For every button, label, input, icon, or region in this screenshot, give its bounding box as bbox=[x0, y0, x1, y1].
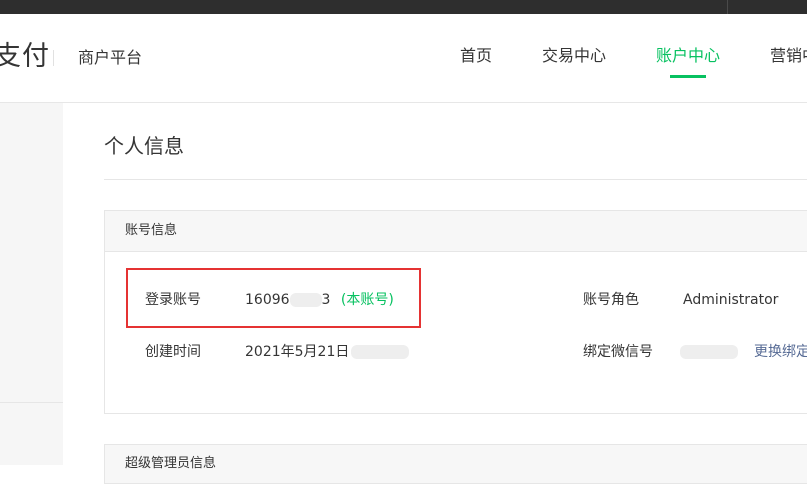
created-date: 2021年5月21日 bbox=[245, 344, 350, 360]
created-time-value: 2021年5月21日 bbox=[245, 343, 410, 361]
brand-divider bbox=[53, 50, 54, 66]
change-binding-link[interactable]: 更换绑定 bbox=[754, 344, 807, 360]
top-bar bbox=[0, 0, 807, 14]
header: 支付 商户平台 首页 交易中心 账户中心 营销中心 bbox=[0, 14, 807, 103]
brand-logo-text: 支付 bbox=[0, 41, 50, 72]
account-role-value: Administrator bbox=[683, 292, 779, 308]
top-bar-separator bbox=[727, 0, 728, 14]
bound-wechat-value: 更换绑定 bbox=[680, 343, 807, 361]
merchant-platform-label: 商户平台 bbox=[78, 48, 143, 67]
nav-active-indicator bbox=[670, 75, 706, 78]
nav-trade-center[interactable]: 交易中心 bbox=[542, 46, 606, 66]
created-time-label: 创建时间 bbox=[145, 344, 201, 360]
nav-home[interactable]: 首页 bbox=[460, 46, 492, 66]
super-admin-panel: 超级管理员信息 bbox=[104, 444, 807, 484]
redacted-block bbox=[351, 345, 410, 359]
title-divider bbox=[104, 179, 807, 180]
redacted-block bbox=[680, 345, 738, 359]
sidebar-divider bbox=[0, 402, 63, 403]
bound-wechat-label: 绑定微信号 bbox=[583, 344, 653, 360]
nav-account-center[interactable]: 账户中心 bbox=[656, 46, 720, 66]
nav-marketing-center[interactable]: 营销中心 bbox=[770, 46, 807, 66]
highlight-box bbox=[126, 268, 421, 328]
page-title: 个人信息 bbox=[104, 134, 184, 158]
account-info-header: 账号信息 bbox=[105, 211, 807, 252]
account-info-title: 账号信息 bbox=[125, 223, 178, 238]
account-role-label: 账号角色 bbox=[583, 292, 639, 308]
sidebar bbox=[0, 103, 63, 465]
super-admin-title: 超级管理员信息 bbox=[125, 456, 217, 471]
